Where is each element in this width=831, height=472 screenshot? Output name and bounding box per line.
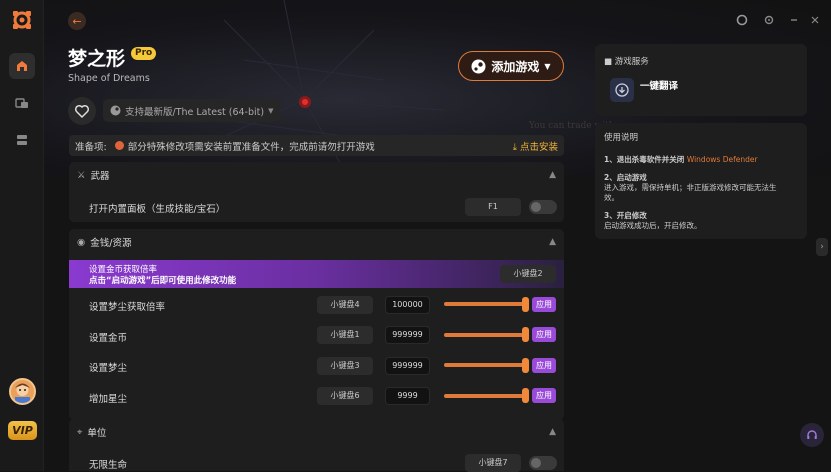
expand-arrow-icon[interactable]: › bbox=[816, 238, 828, 256]
step1-title: 1、退出杀毒软件并关闭 Windows Defender bbox=[604, 155, 758, 165]
version-selector[interactable]: 支持最新版/The Latest (64-bit) ▼ bbox=[103, 99, 281, 122]
sword-icon: ⚔ bbox=[77, 169, 86, 181]
toggle-switch[interactable] bbox=[529, 456, 557, 470]
hotkey[interactable]: 小键盘6 bbox=[317, 387, 373, 405]
step2-text2: 效。 bbox=[604, 193, 619, 202]
hotkey[interactable]: 小键盘1 bbox=[317, 326, 373, 344]
close-icon[interactable] bbox=[808, 14, 822, 28]
row-label: 打开内置面板（生成技能/宝石） bbox=[89, 204, 226, 215]
step2-title: 2、启动游戏 bbox=[604, 173, 647, 182]
slider-track[interactable] bbox=[444, 394, 526, 398]
slider-handle[interactable] bbox=[522, 297, 529, 312]
hotkey[interactable]: 小键盘7 bbox=[465, 454, 521, 472]
value-input[interactable]: 9999 bbox=[385, 387, 430, 405]
crosshair-icon: ⌖ bbox=[77, 426, 83, 438]
vip-badge[interactable]: VIP bbox=[8, 421, 37, 440]
coin-bag-icon: ◉ bbox=[77, 236, 86, 248]
chevron-up-icon[interactable]: ▲ bbox=[549, 237, 556, 247]
value-input[interactable]: 100000 bbox=[385, 296, 430, 314]
units-header[interactable]: ⌖ 单位 ▲ bbox=[69, 419, 564, 445]
value-input[interactable]: 999999 bbox=[385, 326, 430, 344]
step2-text1: 进入游戏，需保持单机；非正版游戏修改可能无法生 bbox=[604, 183, 777, 192]
slider-handle[interactable] bbox=[522, 358, 529, 373]
launch-game-banner: 设置金币获取倍率 点击“启动游戏”后即可使用此修改功能 bbox=[69, 260, 564, 288]
version-label: 支持最新版/The Latest (64-bit) bbox=[125, 106, 265, 118]
support-headset-icon[interactable] bbox=[800, 423, 824, 447]
translate-label[interactable]: 一键翻译 bbox=[640, 78, 678, 92]
usage-title: 使用说明 bbox=[604, 133, 639, 143]
step3-title: 3、开启修改 bbox=[604, 211, 647, 220]
chevron-down-icon: ▼ bbox=[544, 61, 551, 71]
row-label: 设置梦尘 bbox=[89, 363, 128, 374]
home-icon[interactable] bbox=[9, 53, 35, 79]
services-title: ■ 游戏服务 bbox=[604, 57, 649, 67]
hotkey[interactable]: F1 bbox=[465, 198, 521, 216]
install-link[interactable]: ⤓ 点击安装 bbox=[513, 139, 558, 153]
slider-handle[interactable] bbox=[522, 327, 529, 342]
row-label: 无限生命 bbox=[89, 460, 128, 471]
banner-message: 点击“启动游戏”后即可使用此修改功能 bbox=[89, 276, 237, 286]
hotkey[interactable]: 小键盘2 bbox=[500, 265, 556, 283]
services-title-text: 游戏服务 bbox=[614, 57, 649, 67]
hotkey[interactable]: 小键盘4 bbox=[317, 296, 373, 314]
avatar[interactable] bbox=[9, 378, 36, 405]
back-button[interactable]: ← bbox=[68, 12, 86, 30]
toggle-switch[interactable] bbox=[529, 200, 557, 214]
chevron-down-icon: ▼ bbox=[268, 106, 274, 115]
app-logo-icon[interactable] bbox=[11, 9, 33, 31]
section-title: 武器 bbox=[90, 171, 110, 182]
hotkey[interactable]: 小键盘3 bbox=[317, 357, 373, 375]
game-title: 梦之形 bbox=[68, 48, 126, 70]
heart-icon bbox=[74, 104, 90, 119]
chevron-up-icon[interactable]: ▲ bbox=[549, 170, 556, 180]
steam-icon bbox=[110, 105, 121, 116]
value-input[interactable]: 999999 bbox=[385, 357, 430, 375]
row-label: 增加星尘 bbox=[89, 394, 128, 405]
prep-bar: 准备项: 部分特殊修改项需安装前置准备文件，完成前请勿打开游戏 ⤓ 点击安装 bbox=[69, 135, 564, 156]
game-library-icon[interactable] bbox=[9, 90, 35, 116]
slider-handle[interactable] bbox=[522, 388, 529, 403]
step1-highlight: Windows Defender bbox=[686, 155, 758, 164]
game-subtitle: Shape of Dreams bbox=[68, 73, 150, 84]
prep-label: 准备项: bbox=[75, 141, 107, 153]
apply-button[interactable]: 应用 bbox=[532, 358, 556, 373]
prep-text: 部分特殊修改项需安装前置准备文件，完成前请勿打开游戏 bbox=[127, 141, 375, 153]
warning-icon bbox=[114, 141, 124, 150]
money-header[interactable]: ◉ 金钱/资源 ▲ bbox=[69, 229, 564, 255]
apply-button[interactable]: 应用 bbox=[532, 327, 556, 342]
record-icon[interactable] bbox=[735, 14, 749, 28]
add-game-label: 添加游戏 bbox=[491, 59, 540, 74]
weapons-header[interactable]: ⚔ 武器 ▲ bbox=[69, 162, 564, 188]
game-services-panel: ■ 游戏服务 一键翻译 bbox=[595, 44, 807, 116]
apply-button[interactable]: 应用 bbox=[532, 297, 556, 312]
chevron-up-icon[interactable]: ▲ bbox=[549, 427, 556, 437]
pro-badge: Pro bbox=[131, 47, 157, 60]
slider-track[interactable] bbox=[444, 333, 526, 337]
settings-icon[interactable] bbox=[762, 14, 776, 28]
slider-track[interactable] bbox=[444, 363, 526, 367]
storage-icon[interactable] bbox=[9, 127, 35, 153]
row-label: 设置金币 bbox=[89, 333, 128, 344]
section-title: 金钱/资源 bbox=[90, 238, 132, 249]
row-label: 设置梦尘获取倍率 bbox=[89, 302, 166, 313]
usage-panel: 使用说明 1、退出杀毒软件并关闭 Windows Defender 2、启动游戏… bbox=[595, 123, 807, 239]
section-title: 单位 bbox=[87, 428, 107, 439]
slider-track[interactable] bbox=[444, 302, 526, 306]
step3-text: 启动游戏成功后，开启修改。 bbox=[604, 221, 702, 230]
add-game-button[interactable]: 添加游戏 ▼ bbox=[458, 51, 564, 81]
steam-icon bbox=[471, 59, 486, 73]
translate-icon[interactable] bbox=[610, 78, 634, 102]
favorite-button[interactable] bbox=[68, 97, 96, 125]
minimize-icon[interactable] bbox=[787, 14, 801, 28]
install-label: 点击安装 bbox=[519, 141, 558, 153]
step1-text: 1、退出杀毒软件并关闭 bbox=[604, 155, 685, 164]
apply-button[interactable]: 应用 bbox=[532, 388, 556, 403]
